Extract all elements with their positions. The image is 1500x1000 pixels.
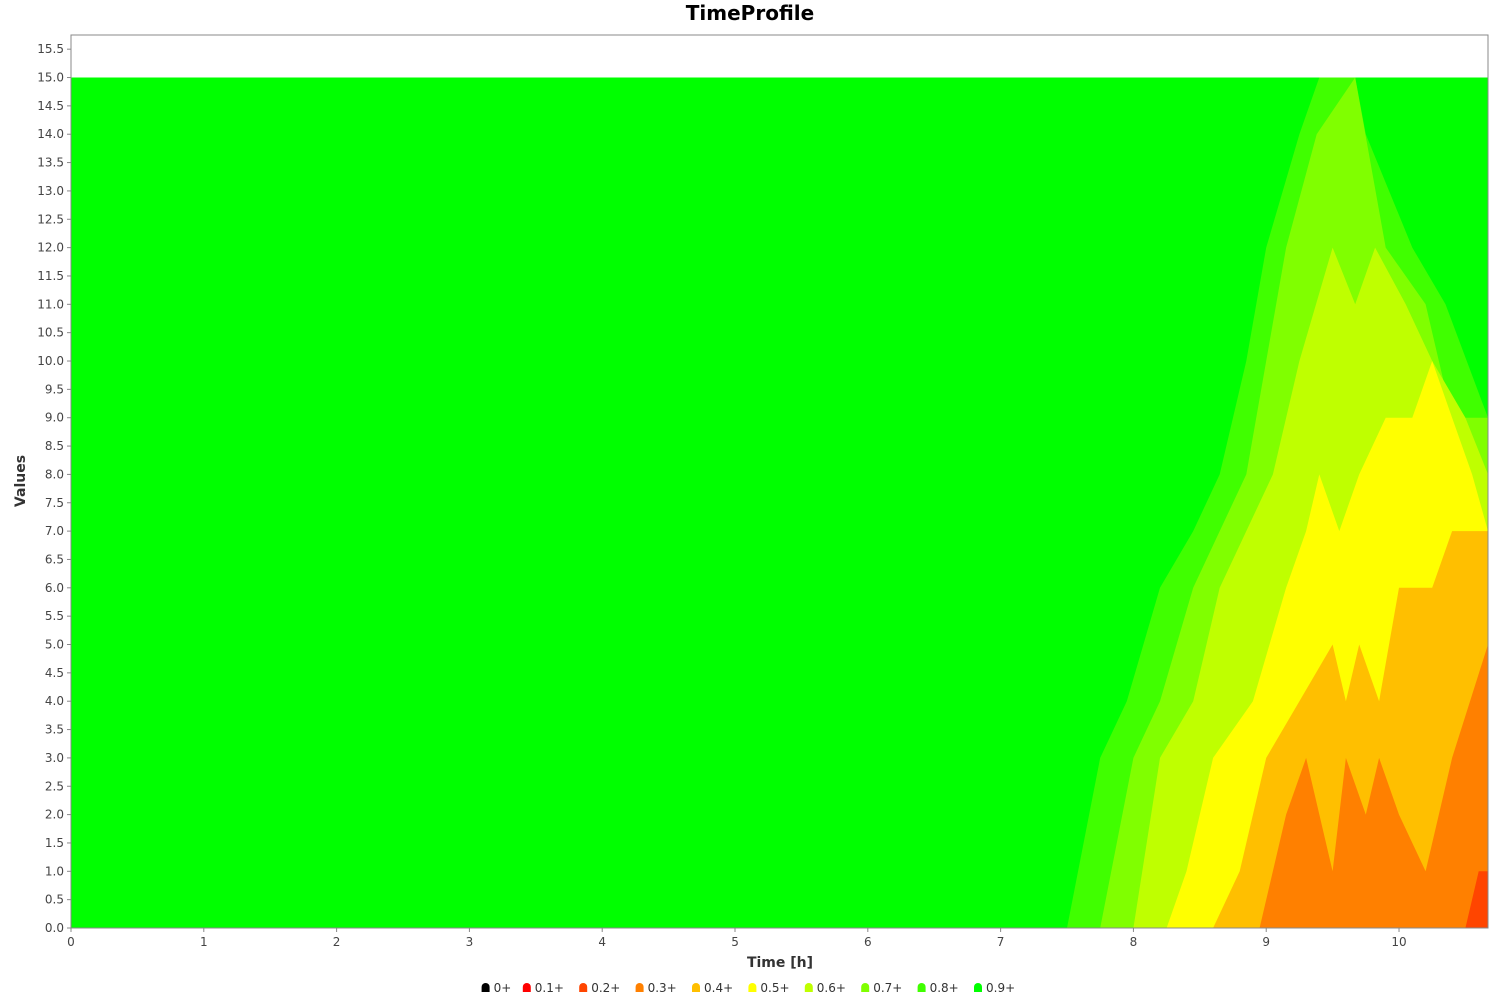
- legend: 0+ 0.1+ 0.2+ 0.3+ 0.4+ 0.5+ 0.6+ 0.7+ 0.8+ 0.9+: [481, 981, 1015, 995]
- x-tick-label: 5: [731, 935, 739, 949]
- legend-label: 0.5+: [760, 981, 789, 995]
- x-axis-label: Time [h]: [747, 955, 813, 971]
- y-tick-label: 2.5: [45, 779, 64, 793]
- x-tick-label: 4: [598, 935, 606, 949]
- y-tick-label: 8.5: [45, 439, 64, 453]
- legend-swatch: [748, 983, 757, 992]
- y-tick-label: 6.0: [45, 581, 64, 595]
- y-tick-label: 11.5: [37, 269, 64, 283]
- y-tick-label: 4.5: [45, 666, 64, 680]
- y-tick-label: 3.0: [45, 751, 64, 765]
- legend-label: 0.3+: [648, 981, 677, 995]
- legend-label: 0.6+: [817, 981, 846, 995]
- legend-label: 0.2+: [591, 981, 620, 995]
- legend-swatch: [481, 983, 490, 992]
- y-axis-label: Values: [13, 455, 29, 507]
- y-tick-label: 15.5: [37, 42, 64, 56]
- legend-label: 0.9+: [986, 981, 1015, 995]
- x-tick-label: 3: [466, 935, 474, 949]
- plot-area: [71, 77, 1488, 929]
- y-tick-label: 6.5: [45, 552, 64, 566]
- legend-item: 0.1+: [522, 981, 564, 995]
- legend-swatch: [917, 983, 926, 992]
- legend-item: 0.3+: [635, 981, 677, 995]
- y-tick-label: 12.5: [37, 212, 64, 226]
- x-tick-label: 10: [1391, 935, 1406, 949]
- y-tick-label: 10.5: [37, 326, 64, 340]
- legend-swatch: [579, 983, 588, 992]
- legend-swatch: [974, 983, 982, 992]
- y-tick-label: 14.0: [37, 127, 64, 141]
- legend-item: 0.4+: [692, 981, 733, 995]
- legend-label: 0.7+: [873, 981, 902, 995]
- x-tick-label: 9: [1262, 935, 1270, 949]
- y-tick-label: 9.5: [45, 382, 64, 396]
- legend-item: 0.6+: [804, 981, 846, 995]
- y-tick-label: 14.5: [37, 99, 64, 113]
- y-tick-label: 11.0: [37, 297, 64, 311]
- y-tick-label: 10.0: [37, 354, 64, 368]
- legend-swatch: [861, 983, 870, 992]
- y-tick-label: 5.0: [45, 638, 64, 652]
- y-tick-label: 0.0: [45, 921, 64, 935]
- legend-item: 0.2+: [579, 981, 620, 995]
- y-tick-label: 9.0: [45, 411, 64, 425]
- y-tick-label: 2.0: [45, 808, 64, 822]
- chart-title: TimeProfile: [686, 1, 814, 25]
- legend-item: 0.9+: [974, 981, 1015, 995]
- y-tick-label: 13.0: [37, 184, 64, 198]
- y-tick-label: 1.5: [45, 836, 64, 850]
- x-tick-label: 8: [1130, 935, 1138, 949]
- y-axis: 0.0 0.5 1.0 1.5 2.0 2.5 3.0 3.5 4.0 4.5 5.0 5.5 6.0 6…: [37, 42, 71, 935]
- y-tick-label: 13.5: [37, 156, 64, 170]
- legend-label: 0.1+: [535, 981, 564, 995]
- legend-swatch: [635, 983, 644, 992]
- y-tick-label: 8.0: [45, 467, 64, 481]
- x-axis: 0 1 2 3 4 5 6 7 8 9 10: [67, 928, 1407, 949]
- y-tick-label: 3.5: [45, 723, 64, 737]
- y-tick-label: 1.0: [45, 864, 64, 878]
- time-profile-chart: TimeProfile 0.0 0.5 1.0 1.5 2.0 2.5 3.0 3.5 4.0 4…: [13, 1, 1489, 995]
- y-tick-label: 0.5: [45, 893, 64, 907]
- legend-item: 0.8+: [917, 981, 959, 995]
- x-tick-label: 1: [200, 935, 208, 949]
- legend-label: 0.8+: [930, 981, 959, 995]
- y-tick-label: 7.0: [45, 524, 64, 538]
- legend-item: 0.7+: [861, 981, 902, 995]
- y-tick-label: 4.0: [45, 694, 64, 708]
- y-tick-label: 7.5: [45, 496, 64, 510]
- legend-item: 0+: [481, 981, 512, 995]
- legend-swatch: [522, 983, 531, 992]
- x-tick-label: 6: [864, 935, 872, 949]
- legend-swatch: [692, 983, 700, 992]
- y-tick-label: 5.5: [45, 609, 64, 623]
- y-tick-label: 15.0: [37, 71, 64, 85]
- y-tick-label: 12.0: [37, 241, 64, 255]
- x-tick-label: 7: [997, 935, 1005, 949]
- legend-swatch: [804, 983, 813, 992]
- legend-label: 0+: [494, 981, 512, 995]
- x-tick-label: 0: [67, 935, 75, 949]
- legend-item: 0.5+: [748, 981, 790, 995]
- legend-label: 0.4+: [704, 981, 733, 995]
- x-tick-label: 2: [333, 935, 341, 949]
